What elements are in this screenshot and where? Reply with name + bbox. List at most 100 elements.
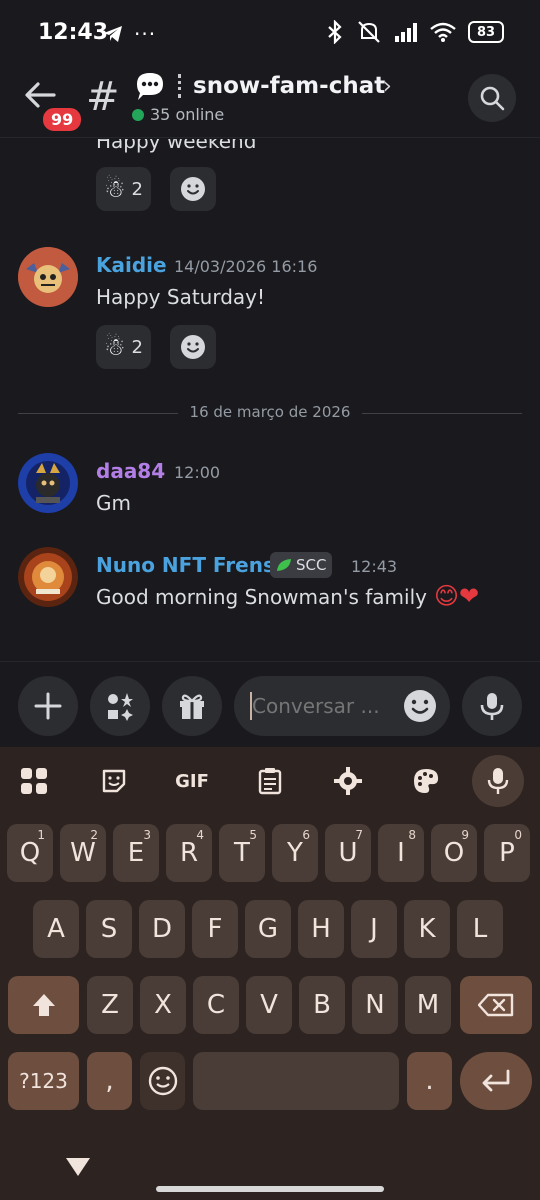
key-l[interactable]: L	[457, 900, 503, 958]
key-w[interactable]: 2W	[60, 824, 106, 882]
status-time: 12:43	[38, 20, 109, 45]
key-label: R	[179, 838, 199, 868]
message-list[interactable]: Happy weekend ☃ 2 Kaidie 14/03/2026 16:1…	[0, 139, 540, 661]
key-j[interactable]: J	[351, 900, 397, 958]
clan-tag[interactable]: SCC	[270, 552, 333, 578]
wifi-icon	[430, 22, 456, 42]
sticker-button[interactable]	[90, 759, 138, 803]
plus-icon	[34, 692, 62, 720]
key-hint: 3	[143, 828, 151, 842]
add-reaction-button[interactable]	[170, 167, 216, 211]
date-label: 16 de março de 2026	[189, 403, 351, 421]
search-button[interactable]	[468, 74, 516, 122]
telegram-icon	[104, 26, 122, 42]
status-right-icons: 83	[326, 20, 504, 44]
key-t[interactable]: 5T	[219, 824, 265, 882]
voice-message-button[interactable]	[462, 676, 522, 736]
message-timestamp: 12:00	[174, 463, 221, 482]
message-text: Good morning Snowman's family	[96, 585, 427, 609]
key-n[interactable]: N	[352, 976, 398, 1034]
key-g[interactable]: G	[245, 900, 291, 958]
add-reaction-button[interactable]	[170, 325, 216, 369]
home-gesture-handle[interactable]	[156, 1186, 384, 1192]
smiley-icon	[181, 335, 205, 359]
enter-key[interactable]	[460, 1052, 532, 1110]
gear-icon	[334, 767, 362, 795]
key-label: Q	[19, 838, 41, 868]
avatar[interactable]	[18, 547, 78, 607]
shift-arrow-icon	[32, 994, 55, 1016]
signal-icon	[395, 23, 417, 42]
key-q[interactable]: 1Q	[7, 824, 53, 882]
key-i[interactable]: 8I	[378, 824, 424, 882]
keyboard-voice-button[interactable]	[472, 755, 524, 807]
theme-button[interactable]	[402, 759, 450, 803]
header-divider	[178, 74, 181, 98]
gift-button[interactable]	[162, 676, 222, 736]
key-d[interactable]: D	[139, 900, 185, 958]
avatar[interactable]	[18, 453, 78, 513]
key-r[interactable]: 4R	[166, 824, 212, 882]
add-attachment-button[interactable]	[18, 676, 78, 736]
key-z[interactable]: Z	[87, 976, 133, 1034]
symbols-key[interactable]: ?123	[8, 1052, 79, 1110]
key-f[interactable]: F	[192, 900, 238, 958]
reaction-count: 2	[131, 336, 143, 358]
leaf-icon	[277, 559, 291, 571]
key-o[interactable]: 9O	[431, 824, 477, 882]
system-nav-bar	[0, 1136, 540, 1200]
chevron-right-icon[interactable]: ›	[383, 74, 392, 99]
soft-keyboard: GIF 1Q2W3E4R5T6Y7U8I9O0P ASDFGHJKL ZXCVB…	[0, 747, 540, 1200]
key-hint: 2	[90, 828, 98, 842]
gif-button[interactable]: GIF	[168, 759, 216, 803]
bluetooth-icon	[328, 20, 342, 44]
key-label: Y	[287, 838, 303, 868]
space-key[interactable]	[193, 1052, 399, 1110]
chat-bubble-icon	[134, 70, 166, 106]
channel-header: 99 # snow-fam-chat › 35 online	[0, 68, 540, 138]
message-author[interactable]: Kaidie	[96, 253, 167, 277]
keyboard-apps-button[interactable]	[10, 759, 58, 803]
key-k[interactable]: K	[404, 900, 450, 958]
shift-key[interactable]	[8, 976, 79, 1034]
emoji-picker-button[interactable]	[402, 688, 438, 724]
comma-key[interactable]: ,	[87, 1052, 132, 1110]
key-x[interactable]: X	[140, 976, 186, 1034]
key-a[interactable]: A	[33, 900, 79, 958]
gift-icon	[180, 694, 204, 719]
key-m[interactable]: M	[405, 976, 451, 1034]
smiley-icon	[404, 690, 436, 722]
reaction-snowman[interactable]: ☃ 2	[96, 167, 151, 211]
key-c[interactable]: C	[193, 976, 239, 1034]
palette-icon	[414, 769, 439, 793]
online-dot-icon	[132, 108, 144, 121]
clipboard-button[interactable]	[246, 759, 294, 803]
avatar[interactable]	[18, 247, 78, 307]
channel-name[interactable]: snow-fam-chat	[193, 73, 385, 99]
key-hint: 5	[249, 828, 257, 842]
message-author[interactable]: Nuno NFT Frens	[96, 553, 275, 577]
period-key[interactable]: .	[407, 1052, 452, 1110]
clan-tag-label: SCC	[296, 556, 327, 574]
key-s[interactable]: S	[86, 900, 132, 958]
key-label: I	[397, 838, 405, 868]
apps-button[interactable]	[90, 676, 150, 736]
key-h[interactable]: H	[298, 900, 344, 958]
message-input[interactable]	[252, 694, 392, 718]
key-v[interactable]: V	[246, 976, 292, 1034]
keyboard-hide-icon[interactable]	[64, 1156, 92, 1178]
settings-button[interactable]	[324, 759, 372, 803]
key-b[interactable]: B	[299, 976, 345, 1034]
reaction-snowman[interactable]: ☃ 2	[96, 325, 151, 369]
key-p[interactable]: 0P	[484, 824, 530, 882]
key-u[interactable]: 7U	[325, 824, 371, 882]
key-y[interactable]: 6Y	[272, 824, 318, 882]
message-text: Happy weekend	[96, 139, 257, 153]
grid-icon	[21, 768, 47, 794]
message-input-box[interactable]	[234, 676, 450, 736]
message-text: Gm	[96, 491, 131, 515]
emoji-key[interactable]	[140, 1052, 185, 1110]
backspace-key[interactable]	[460, 976, 532, 1034]
message-author[interactable]: daa84	[96, 459, 165, 483]
key-e[interactable]: 3E	[113, 824, 159, 882]
